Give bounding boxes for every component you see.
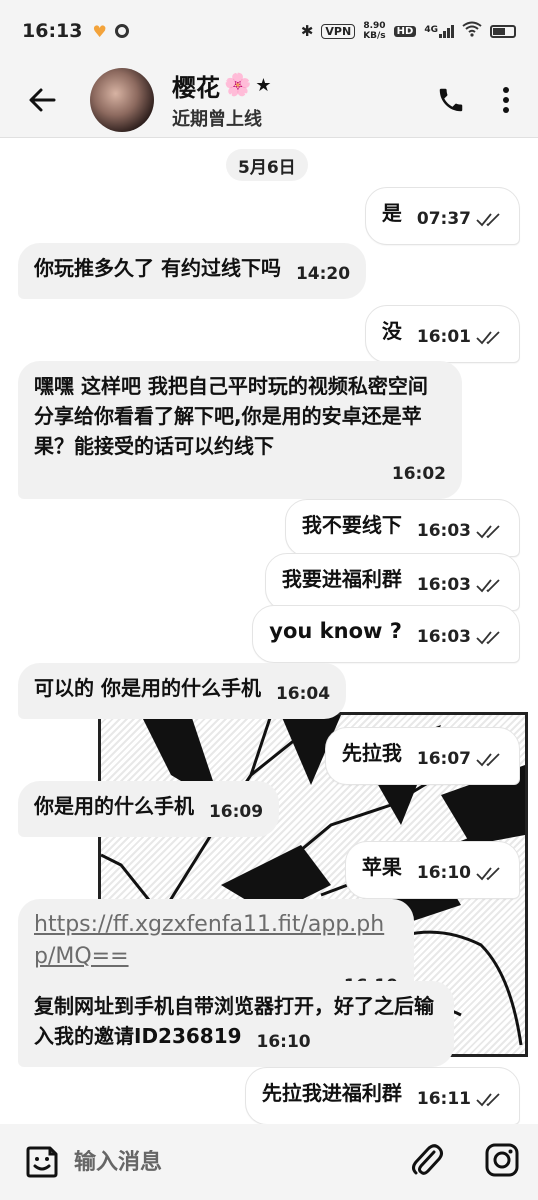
flower-icon: 🌸 xyxy=(224,73,252,98)
circle-app-icon xyxy=(114,24,129,38)
message-time: 16:04 xyxy=(275,684,331,704)
phone-icon xyxy=(439,88,463,111)
arrow-left-icon xyxy=(29,88,56,111)
app-notification-icon: ♥ xyxy=(92,21,107,41)
message-input[interactable] xyxy=(74,1149,374,1175)
message-outgoing[interactable]: 没 16:01 xyxy=(364,305,520,363)
message-time: 16:03 xyxy=(416,521,471,541)
message-time: 16:02 xyxy=(391,464,446,484)
call-button[interactable] xyxy=(436,85,466,115)
instagram-camera-icon xyxy=(485,1143,519,1177)
double-check-icon xyxy=(476,213,500,227)
double-check-icon xyxy=(476,631,500,645)
chat-area[interactable]: 5月6日 是 07:37 你玩推多久了 有约过线下吗 14:20 没 16:01… xyxy=(0,139,538,1124)
message-outgoing[interactable]: you know ? 16:03 xyxy=(252,605,520,663)
contact-info[interactable]: 樱花 🌸 ★ 近期曾上线 xyxy=(172,68,272,131)
net-speed: 8.90 KB/s xyxy=(363,21,386,41)
double-check-icon xyxy=(476,579,500,593)
double-check-icon xyxy=(476,331,500,345)
more-options-button[interactable] xyxy=(502,86,510,114)
message-incoming[interactable]: 你是用的什么手机 16:09 xyxy=(18,781,280,837)
double-check-icon xyxy=(476,1093,500,1107)
message-time: 16:03 xyxy=(416,575,471,595)
message-outgoing[interactable]: 我不要线下 16:03 xyxy=(284,499,520,557)
contact-name: 樱花 xyxy=(172,74,220,102)
status-bar: 16:13 ♥ ✱ VPN 8.90 KB/s HD 4G xyxy=(0,0,538,62)
message-incoming[interactable]: 你玩推多久了 有约过线下吗 14:20 xyxy=(18,243,367,299)
double-check-icon xyxy=(476,525,500,539)
wifi-icon xyxy=(462,21,482,41)
message-incoming[interactable]: 嘿嘿 这样吧 我把自己平时玩的视频私密空间分享给你看看了解下吧,你是用的安卓还是… xyxy=(18,361,462,499)
vpn-badge: VPN xyxy=(321,23,356,39)
message-outgoing[interactable]: 先拉我进福利群 16:11 xyxy=(244,1067,520,1124)
paperclip-icon xyxy=(412,1144,443,1175)
message-time: 16:11 xyxy=(416,1089,471,1109)
more-vertical-icon xyxy=(503,86,509,113)
contact-status: 近期曾上线 xyxy=(172,109,262,130)
message-outgoing[interactable]: 是 07:37 xyxy=(364,187,520,245)
phishing-link[interactable]: https://ff.xgzxfenfa11.fit/app.php/MQ== xyxy=(34,909,398,973)
double-check-icon xyxy=(476,753,500,767)
message-time: 14:20 xyxy=(295,264,351,284)
back-button[interactable] xyxy=(22,80,62,120)
message-outgoing[interactable]: 苹果 16:10 xyxy=(344,841,520,899)
message-time: 16:07 xyxy=(416,749,471,769)
message-incoming[interactable]: 可以的 你是用的什么手机 16:04 xyxy=(18,663,347,719)
camera-button[interactable] xyxy=(484,1142,520,1182)
message-incoming[interactable]: 复制网址到手机自带浏览器打开，好了之后输入我的邀请ID236819 16:10 xyxy=(18,981,454,1067)
bluetooth-icon: ✱ xyxy=(300,22,314,40)
attach-button[interactable] xyxy=(410,1142,444,1182)
double-check-icon xyxy=(476,867,500,881)
sticker-button[interactable] xyxy=(22,1142,62,1182)
message-time: 16:03 xyxy=(416,627,471,647)
message-time: 16:01 xyxy=(416,327,471,347)
hd-badge: HD xyxy=(393,25,417,37)
sticker-smile-icon xyxy=(26,1146,58,1178)
message-time: 07:37 xyxy=(416,209,471,229)
message-outgoing[interactable]: 我要进福利群 16:03 xyxy=(264,553,520,611)
status-time: 16:13 xyxy=(22,20,83,42)
battery-icon xyxy=(490,24,516,38)
signal-icon: 4G xyxy=(424,24,454,38)
message-time: 16:09 xyxy=(208,802,264,822)
message-composer xyxy=(0,1124,538,1200)
message-outgoing[interactable]: 先拉我 16:07 xyxy=(324,727,520,785)
avatar[interactable] xyxy=(90,67,154,132)
date-separator: 5月6日 xyxy=(226,149,308,181)
message-time: 16:10 xyxy=(256,1032,311,1052)
chat-header: 樱花 🌸 ★ 近期曾上线 xyxy=(0,62,538,138)
star-icon: ★ xyxy=(255,75,272,96)
message-time: 16:10 xyxy=(416,863,471,883)
